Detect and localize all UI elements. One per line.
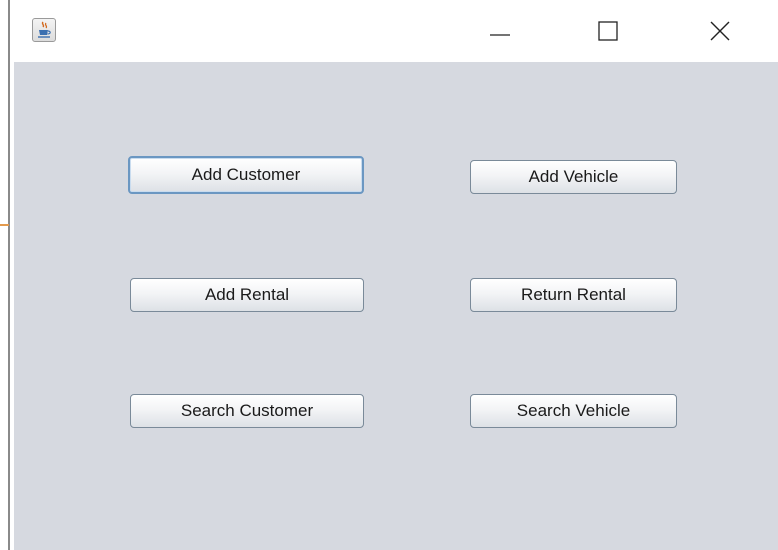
main-panel: Add Customer Add Vehicle Add Rental Retu…	[14, 62, 778, 550]
background-window-edge	[0, 0, 14, 550]
minimize-icon	[490, 34, 510, 36]
close-icon	[710, 21, 730, 41]
window-edge-marker	[0, 224, 9, 226]
search-customer-button[interactable]: Search Customer	[130, 394, 364, 428]
add-rental-button[interactable]: Add Rental	[130, 278, 364, 312]
search-vehicle-button[interactable]: Search Vehicle	[470, 394, 677, 428]
return-rental-button[interactable]: Return Rental	[470, 278, 677, 312]
app-window: Add Customer Add Vehicle Add Rental Retu…	[14, 0, 778, 550]
title-bar[interactable]	[14, 0, 778, 62]
window-edge-line	[8, 0, 10, 550]
java-cup-icon[interactable]	[32, 18, 56, 42]
close-button[interactable]	[688, 0, 752, 62]
add-vehicle-button[interactable]: Add Vehicle	[470, 160, 677, 194]
add-customer-button[interactable]: Add Customer	[128, 156, 364, 194]
maximize-button[interactable]	[576, 0, 640, 62]
minimize-button[interactable]	[468, 0, 532, 62]
maximize-icon	[598, 21, 618, 41]
